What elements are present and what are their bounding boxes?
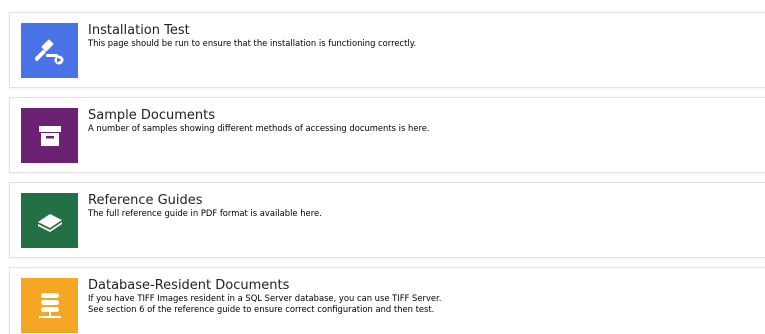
installation-test-tile bbox=[21, 23, 78, 78]
reference-guides-tile bbox=[21, 193, 78, 248]
card-description: A number of samples showing different me… bbox=[88, 123, 430, 133]
page: Installation Test This page should be ru… bbox=[0, 0, 765, 334]
card-sample-documents[interactable]: Sample Documents A number of samples sho… bbox=[9, 97, 765, 173]
card-title[interactable]: Installation Test bbox=[88, 24, 765, 38]
sample-documents-tile bbox=[21, 108, 78, 163]
card-description: This page should be run to ensure that t… bbox=[88, 38, 417, 48]
card-title[interactable]: Database-Resident Documents bbox=[88, 279, 765, 293]
reference-guides-text: Reference Guides The full reference guid… bbox=[88, 194, 765, 219]
card-description-line: If you have TIFF Images resident in a SQ… bbox=[88, 293, 442, 303]
archive-icon bbox=[38, 125, 61, 146]
database-icon bbox=[38, 292, 61, 318]
database-resident-documents-tile bbox=[21, 278, 78, 333]
book-icon bbox=[37, 213, 62, 232]
card-reference-guides[interactable]: Reference Guides The full reference guid… bbox=[9, 182, 765, 258]
card-installation-test[interactable]: Installation Test This page should be ru… bbox=[9, 12, 765, 88]
card-title[interactable]: Reference Guides bbox=[88, 194, 765, 208]
card-title[interactable]: Sample Documents bbox=[88, 109, 765, 123]
gavel-icon bbox=[34, 39, 63, 64]
database-resident-documents-text: Database-Resident Documents If you have … bbox=[88, 279, 765, 315]
card-description-line: See section 6 of the reference guide to … bbox=[88, 304, 435, 314]
card-database-resident-documents[interactable]: Database-Resident Documents If you have … bbox=[9, 267, 765, 334]
installation-test-text: Installation Test This page should be ru… bbox=[88, 24, 765, 49]
sample-documents-text: Sample Documents A number of samples sho… bbox=[88, 109, 765, 134]
card-description: The full reference guide in PDF format i… bbox=[88, 208, 322, 218]
